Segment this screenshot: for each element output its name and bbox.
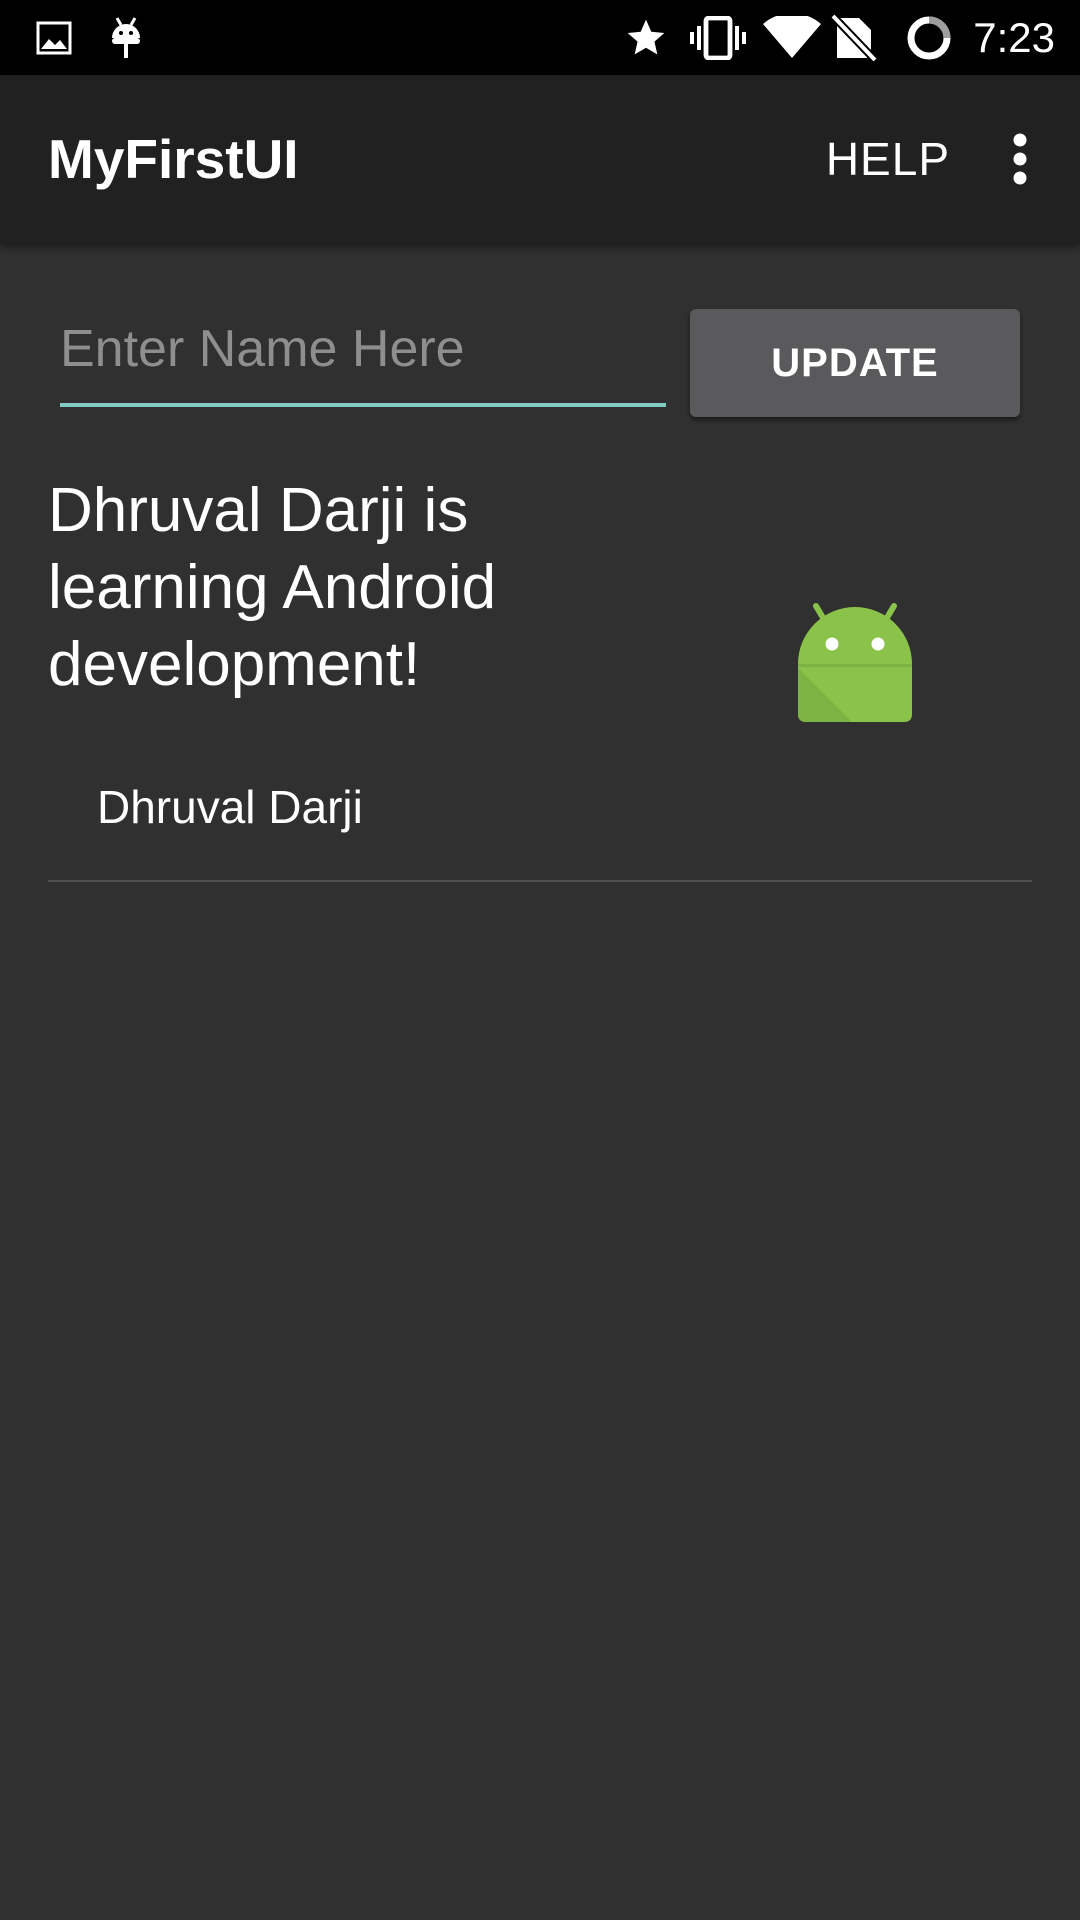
help-button[interactable]: HELP <box>826 75 950 243</box>
status-bar: 7:23 <box>0 0 1080 75</box>
divider <box>48 880 1032 882</box>
app-title: MyFirstUI <box>48 128 299 190</box>
name-label: Dhruval Darji <box>97 781 363 833</box>
android-robot-icon <box>790 598 920 728</box>
message-text: Dhruval Darji is learning Android develo… <box>48 476 497 699</box>
star-icon <box>622 0 670 75</box>
android-debug-icon <box>106 0 146 75</box>
app-bar: MyFirstUI HELP <box>0 75 1080 243</box>
more-vert-icon[interactable] <box>988 123 1052 195</box>
no-sim-icon <box>828 0 880 75</box>
name-input[interactable] <box>60 295 666 407</box>
status-time: 7:23 <box>973 14 1055 61</box>
vibrate-icon <box>690 0 746 75</box>
image-icon <box>34 0 74 75</box>
update-button[interactable]: UPDATE <box>690 309 1020 417</box>
wifi-icon <box>760 0 824 75</box>
app-screen: 7:23 MyFirstUI HELP UPDATE Dhruval Darji… <box>0 0 1080 1920</box>
battery-ring-icon <box>904 0 954 75</box>
